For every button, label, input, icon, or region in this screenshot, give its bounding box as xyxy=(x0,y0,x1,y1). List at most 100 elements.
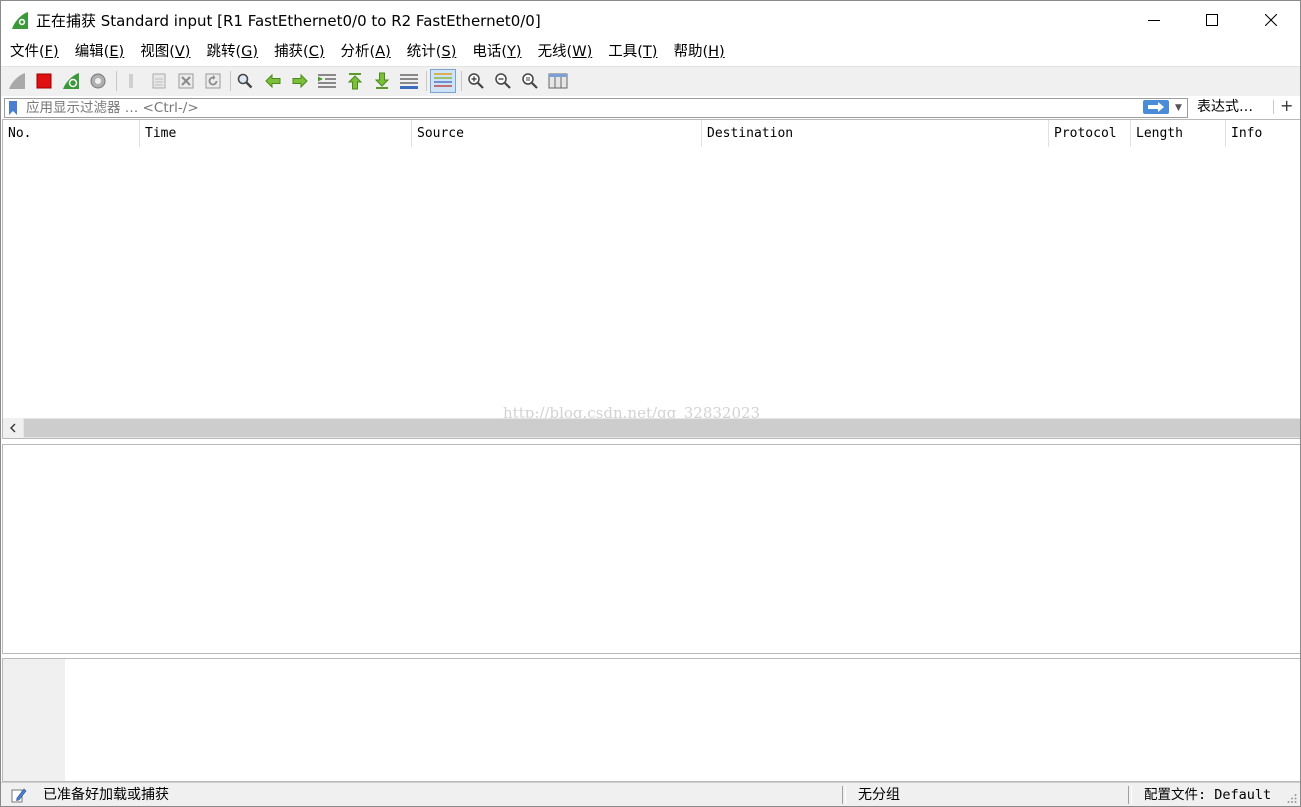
save-file-button[interactable] xyxy=(148,70,170,92)
zoom-in-button[interactable] xyxy=(465,70,487,92)
menu-wireless[interactable]: 无线(W) xyxy=(531,39,600,65)
status-separator xyxy=(1128,786,1132,804)
status-separator xyxy=(842,786,846,804)
autoscroll-button[interactable] xyxy=(398,70,420,92)
stop-capture-button[interactable] xyxy=(33,70,55,92)
display-filter-bar: 应用显示过滤器 … <Ctrl-/> ▼ 表达式… + xyxy=(1,96,1300,118)
close-file-icon xyxy=(178,73,194,89)
packet-list-pane[interactable]: No. Time Source Destination Protocol Len… xyxy=(2,119,1300,439)
bookmark-icon[interactable] xyxy=(8,101,18,115)
capture-options-icon xyxy=(90,73,106,89)
open-file-icon xyxy=(129,74,133,88)
menu-file[interactable]: 文件(F) xyxy=(3,39,66,65)
zoom-normal-icon xyxy=(522,73,538,89)
window-title: 正在捕获 Standard input [R1 FastEthernet0/0 … xyxy=(36,12,541,30)
scroll-left-button[interactable] xyxy=(3,418,23,438)
column-header-length[interactable]: Length xyxy=(1130,120,1225,147)
menu-capture[interactable]: 捕获(C) xyxy=(267,39,331,65)
find-packet-button[interactable] xyxy=(234,70,256,92)
maximize-icon xyxy=(1206,14,1218,26)
packet-bytes-pane[interactable] xyxy=(2,658,1300,782)
close-button[interactable] xyxy=(1242,1,1300,39)
go-first-packet-button[interactable] xyxy=(344,70,366,92)
edit-notes-icon[interactable] xyxy=(11,787,27,803)
status-profile-text[interactable]: 配置文件: Default xyxy=(1144,783,1271,806)
zoom-out-icon xyxy=(495,73,511,89)
menu-go[interactable]: 跳转(G) xyxy=(199,39,265,65)
arrow-right-icon xyxy=(1148,102,1164,112)
chevron-down-icon[interactable]: ▼ xyxy=(1175,100,1182,116)
column-header-info[interactable]: Info xyxy=(1225,120,1300,147)
scrollbar-thumb[interactable] xyxy=(24,419,1300,437)
zoom-in-icon xyxy=(468,73,484,89)
minimize-button[interactable] xyxy=(1125,1,1183,39)
menu-edit[interactable]: 编辑(E) xyxy=(68,39,132,65)
column-header-no[interactable]: No. xyxy=(3,120,139,147)
menu-help[interactable]: 帮助(H) xyxy=(666,39,731,65)
reload-file-icon xyxy=(205,73,221,89)
apply-filter-button[interactable] xyxy=(1143,100,1169,114)
menu-telephony[interactable]: 电话(Y) xyxy=(465,39,528,65)
column-header-time[interactable]: Time xyxy=(139,120,411,147)
shark-fin-start-icon xyxy=(9,73,25,89)
go-forward-button[interactable] xyxy=(289,70,311,92)
go-back-button[interactable] xyxy=(262,70,284,92)
display-filter-input[interactable]: 应用显示过滤器 … <Ctrl-/> ▼ xyxy=(4,98,1188,118)
toolbar-separator xyxy=(116,71,117,91)
menu-bar: 文件(F) 编辑(E) 视图(V) 跳转(G) 捕获(C) 分析(A) 统计(S… xyxy=(1,39,1300,65)
go-forward-icon xyxy=(292,73,308,89)
go-last-packet-button[interactable] xyxy=(371,70,393,92)
column-header-destination[interactable]: Destination xyxy=(701,120,1048,147)
minimize-icon xyxy=(1148,20,1160,21)
wireshark-window: 正在捕获 Standard input [R1 FastEthernet0/0 … xyxy=(0,0,1301,807)
main-toolbar xyxy=(1,66,1300,97)
status-packets-text: 无分组 xyxy=(858,787,900,803)
filter-separator xyxy=(1273,100,1274,114)
start-capture-button[interactable] xyxy=(6,70,28,92)
toolbar-separator xyxy=(230,71,231,91)
resize-grip-icon[interactable] xyxy=(1287,793,1297,803)
zoom-normal-button[interactable] xyxy=(519,70,541,92)
packet-details-pane[interactable] xyxy=(2,444,1300,654)
capture-options-button[interactable] xyxy=(87,70,109,92)
go-first-packet-icon xyxy=(347,73,363,90)
stop-capture-icon xyxy=(36,73,52,89)
resize-columns-button[interactable] xyxy=(547,70,569,92)
go-last-packet-icon xyxy=(374,72,390,89)
zoom-out-button[interactable] xyxy=(492,70,514,92)
maximize-button[interactable] xyxy=(1183,1,1241,39)
chevron-left-icon xyxy=(10,423,16,433)
restart-capture-button[interactable] xyxy=(60,70,82,92)
restart-capture-icon xyxy=(63,73,79,89)
horizontal-scrollbar[interactable] xyxy=(3,418,1300,438)
column-header-protocol[interactable]: Protocol xyxy=(1048,120,1130,147)
expression-button[interactable]: 表达式… xyxy=(1197,98,1253,116)
menu-view[interactable]: 视图(V) xyxy=(133,39,197,65)
title-bar: 正在捕获 Standard input [R1 FastEthernet0/0 … xyxy=(1,1,1300,39)
resize-columns-icon xyxy=(548,73,568,89)
menu-analyze[interactable]: 分析(A) xyxy=(334,39,398,65)
save-file-icon xyxy=(152,73,166,89)
go-to-packet-icon xyxy=(318,74,336,88)
bytes-offset-gutter xyxy=(3,659,65,781)
filter-placeholder: 应用显示过滤器 … <Ctrl-/> xyxy=(26,100,199,116)
find-packet-icon xyxy=(237,73,253,89)
autoscroll-icon xyxy=(400,74,418,89)
colorize-icon xyxy=(434,73,452,87)
column-header-source[interactable]: Source xyxy=(411,120,701,147)
close-icon xyxy=(1265,14,1277,26)
menu-statistics[interactable]: 统计(S) xyxy=(400,39,464,65)
status-ready-text: 已准备好加载或捕获 xyxy=(43,787,169,803)
go-back-icon xyxy=(265,73,281,89)
go-to-packet-button[interactable] xyxy=(316,70,338,92)
open-file-button[interactable] xyxy=(120,70,142,92)
menu-tools[interactable]: 工具(T) xyxy=(601,39,664,65)
add-filter-button[interactable]: + xyxy=(1280,96,1293,116)
wireshark-logo-icon xyxy=(12,12,28,29)
reload-file-button[interactable] xyxy=(202,70,224,92)
toolbar-separator xyxy=(461,71,462,91)
close-file-button[interactable] xyxy=(175,70,197,92)
status-bar: 已准备好加载或捕获 无分组 配置文件: Default xyxy=(1,782,1300,806)
toolbar-separator xyxy=(426,71,427,91)
colorize-button[interactable] xyxy=(430,69,456,93)
